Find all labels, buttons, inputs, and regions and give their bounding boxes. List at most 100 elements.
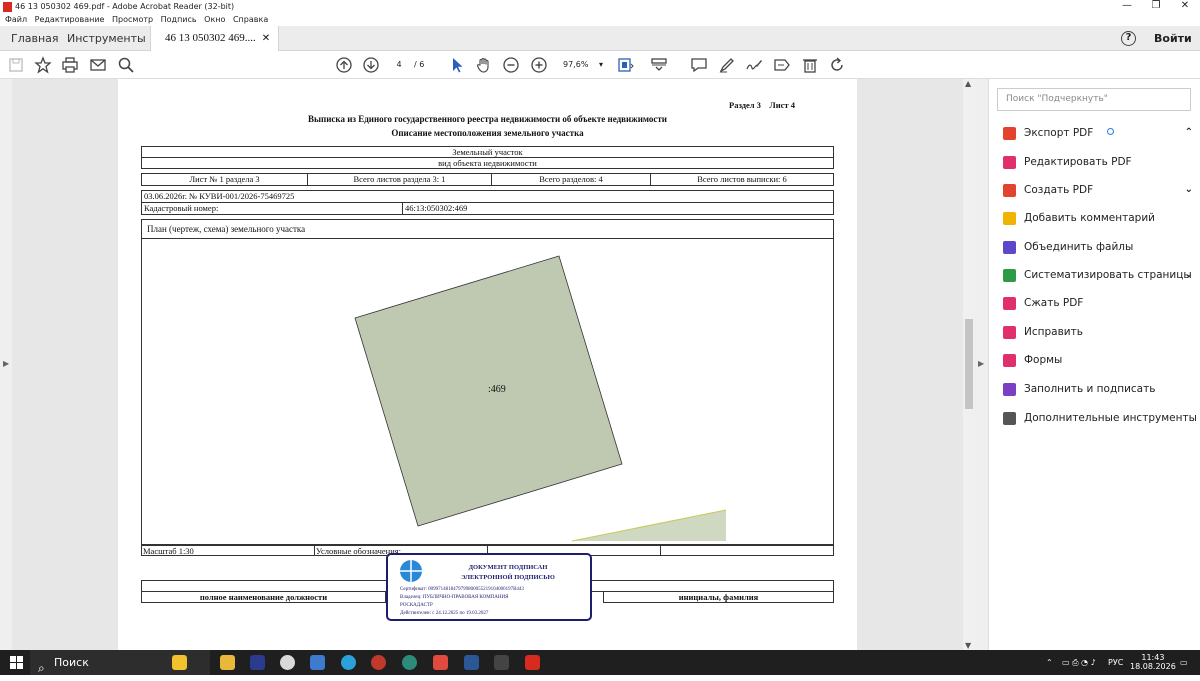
chevron-down-icon[interactable]: ⌄: [1185, 181, 1193, 199]
menu-help[interactable]: Справка: [233, 14, 268, 26]
tab-home[interactable]: Главная: [11, 26, 59, 51]
tool-item-label: Объединить файлы: [1024, 241, 1134, 253]
tab-document-label: 46 13 050302 469....: [165, 32, 256, 44]
tab-close-icon[interactable]: ✕: [262, 33, 270, 44]
search-icon: ⌕: [38, 661, 45, 675]
maximize-button[interactable]: ❐: [1141, 0, 1171, 14]
cadastral-label: Кадастровый номер:: [141, 202, 403, 215]
widget-icon[interactable]: [172, 655, 187, 670]
delete-icon[interactable]: [801, 56, 819, 74]
print-icon[interactable]: [61, 56, 79, 74]
left-panel-toggle[interactable]: ▶: [0, 79, 12, 650]
file-explorer-icon[interactable]: [220, 655, 235, 670]
sign-icon[interactable]: [745, 56, 763, 74]
menu-file[interactable]: Файл: [5, 14, 27, 26]
help-icon[interactable]: ?: [1121, 31, 1136, 46]
fit-page-icon[interactable]: [617, 56, 635, 74]
pdf-page: Раздел 3 Лист 4 Выписка из Единого госуд…: [118, 79, 857, 650]
app-icon[interactable]: [371, 655, 386, 670]
save-icon[interactable]: [7, 56, 25, 74]
tray-icons[interactable]: ▭ ⎙ ◔ ♪: [1062, 650, 1096, 675]
sheet-number: Лист № 1 раздела 3: [141, 173, 308, 186]
sign-in-button[interactable]: Войти: [1154, 26, 1192, 51]
parcel-label: :469: [488, 384, 506, 395]
tool-item-edit-pdf[interactable]: Редактировать PDF: [1003, 153, 1193, 171]
redact-icon: [1003, 326, 1016, 339]
zoom-in-icon[interactable]: [530, 56, 548, 74]
tool-item-more-tools[interactable]: Дополнительные инструменты: [1003, 409, 1197, 427]
compress-pdf-icon: [1003, 297, 1016, 310]
tool-item-comment[interactable]: Добавить комментарий: [1003, 209, 1193, 227]
right-panel-toggle[interactable]: ▶: [975, 79, 988, 650]
scrollbar-thumb[interactable]: [965, 319, 973, 409]
close-button[interactable]: ✕: [1170, 0, 1200, 14]
email-icon[interactable]: [89, 56, 107, 74]
expand-left-icon: ▶: [3, 359, 10, 368]
toolbar: 4 / 6 97,6% ▾: [0, 51, 1200, 79]
rotate-icon[interactable]: [828, 56, 846, 74]
word-icon[interactable]: [464, 655, 479, 670]
tool-item-label: Формы: [1024, 354, 1063, 366]
zoom-out-icon[interactable]: [502, 56, 520, 74]
menu-sign[interactable]: Подпись: [161, 14, 197, 26]
tool-item-export-pdf[interactable]: Экспорт PDF ⌃: [1003, 124, 1193, 142]
bookmark-star-icon[interactable]: [34, 56, 52, 74]
signature-seal-icon: [400, 560, 422, 582]
tab-document[interactable]: 46 13 050302 469.... ✕: [150, 26, 280, 52]
tool-item-fill-sign[interactable]: Заполнить и подписать: [1003, 380, 1193, 398]
zoom-level-select[interactable]: 97,6% ▾: [557, 57, 603, 73]
acrobat-taskbar-icon[interactable]: [525, 655, 540, 670]
comment-icon[interactable]: [690, 56, 708, 74]
organize-pages-icon: [1003, 269, 1016, 282]
select-cursor-icon[interactable]: [448, 56, 466, 74]
chrome-icon[interactable]: [280, 655, 295, 670]
chevron-down-icon[interactable]: ⌄: [1185, 266, 1193, 284]
chevron-down-icon: ▾: [598, 60, 603, 69]
archiver-icon[interactable]: [494, 655, 509, 670]
send-for-sign-icon[interactable]: [773, 56, 791, 74]
notification-icon[interactable]: ▭: [1180, 650, 1188, 675]
tab-tools[interactable]: Инструменты: [67, 26, 146, 51]
language-indicator[interactable]: РУС: [1108, 650, 1123, 675]
app-3-icon[interactable]: [433, 655, 448, 670]
hand-tool-icon[interactable]: [475, 56, 493, 74]
tool-item-compress-pdf[interactable]: Сжать PDF: [1003, 294, 1193, 312]
tool-search-input[interactable]: Поиск "Подчеркнуть": [997, 88, 1191, 111]
total-sections: Всего разделов: 4: [491, 173, 651, 186]
windows-start-icon[interactable]: [10, 656, 23, 669]
next-page-icon[interactable]: [362, 56, 380, 74]
menu-edit[interactable]: Редактирование: [35, 14, 105, 26]
tool-item-forms[interactable]: Формы: [1003, 351, 1193, 369]
taskbar-search-label: Поиск: [54, 656, 89, 669]
tool-item-organize-pages[interactable]: Систематизировать страницы ⌄: [1003, 266, 1193, 284]
stamp-heading: ДОКУМЕНТ ПОДПИСАН ЭЛЕКТРОННОЙ ПОДПИСЬЮ: [428, 563, 588, 583]
clock[interactable]: 11:43 18.08.2026: [1130, 653, 1176, 671]
tool-item-create-pdf[interactable]: Создать PDF ⌄: [1003, 181, 1193, 199]
prev-page-icon[interactable]: [335, 56, 353, 74]
menu-window[interactable]: Окно: [204, 14, 225, 26]
total-sheets: Всего листов выписки: 6: [650, 173, 834, 186]
chevron-up-icon[interactable]: ⌃: [1185, 124, 1193, 142]
cadastral-number: 46:13:050302:469: [402, 202, 834, 215]
highlight-pen-icon[interactable]: [718, 56, 736, 74]
app-2-icon[interactable]: [402, 655, 417, 670]
minimize-button[interactable]: —: [1112, 0, 1142, 14]
telegram-icon[interactable]: [341, 655, 356, 670]
tool-item-combine-files[interactable]: Объединить файлы: [1003, 238, 1193, 256]
calculator-icon[interactable]: [310, 655, 325, 670]
vertical-scrollbar[interactable]: ▲ ▼: [963, 79, 975, 650]
scroll-up-icon[interactable]: ▲: [965, 79, 971, 88]
tool-item-label: Заполнить и подписать: [1024, 383, 1156, 395]
tool-item-redact[interactable]: Исправить: [1003, 323, 1193, 341]
menu-view[interactable]: Просмотр: [112, 14, 153, 26]
search-icon[interactable]: [117, 56, 135, 74]
section-label: Раздел 3 Лист 4: [729, 100, 795, 110]
tool-item-label: Добавить комментарий: [1024, 212, 1155, 224]
scroll-mode-icon[interactable]: [650, 56, 668, 74]
comment-icon: [1003, 212, 1016, 225]
scroll-down-icon[interactable]: ▼: [965, 641, 971, 650]
tray-chevron-icon[interactable]: ⌃: [1046, 650, 1053, 675]
yandex-browser-icon[interactable]: [250, 655, 265, 670]
tool-item-label: Сжать PDF: [1024, 297, 1084, 309]
page-number-input[interactable]: 4: [388, 57, 410, 73]
